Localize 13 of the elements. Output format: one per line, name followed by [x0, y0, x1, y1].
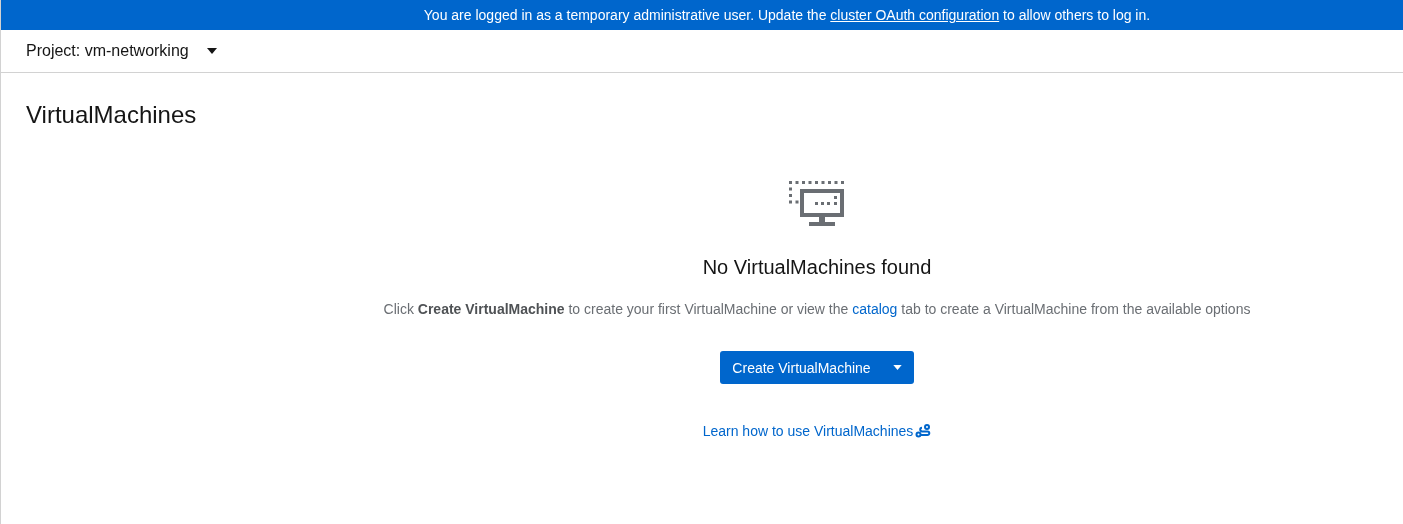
- route-icon: [915, 424, 932, 438]
- catalog-link[interactable]: catalog: [852, 301, 898, 317]
- oauth-config-link[interactable]: cluster OAuth configuration: [830, 7, 1000, 23]
- create-virtualmachine-button[interactable]: Create VirtualMachine: [720, 351, 914, 384]
- caret-icon: [206, 48, 217, 54]
- empty-state-description: Click Create VirtualMachine to create your first VirtualMachine or view the catalog tab to create a VirtualMachine from the available options: [383, 301, 1251, 317]
- monitor-icon: [789, 181, 845, 228]
- project-dropdown[interactable]: Project: vm-networking: [26, 42, 217, 60]
- empty-state-heading: No VirtualMachines found: [702, 256, 932, 279]
- banner-message: You are logged in as a temporary administrative user. Update the cluster OAuth configuration to allow others to log in.: [423, 7, 1151, 23]
- caret-icon: [892, 365, 902, 370]
- page-title: VirtualMachines: [26, 101, 198, 129]
- learn-link[interactable]: Learn how to use VirtualMachines: [702, 423, 932, 439]
